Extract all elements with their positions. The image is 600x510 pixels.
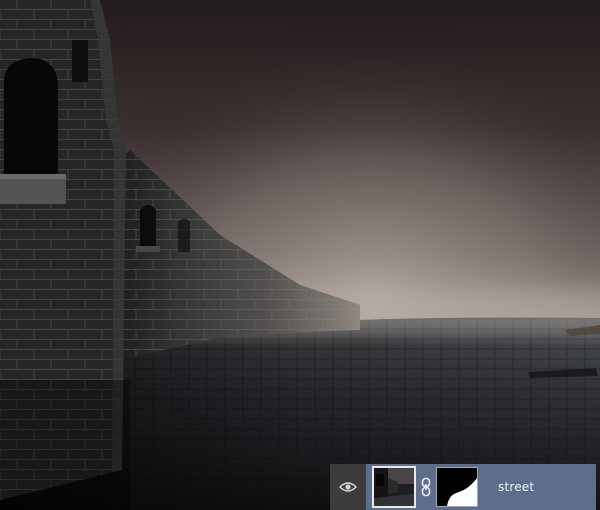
chain-link-icon[interactable] (419, 476, 433, 498)
layer-mask-thumbnail[interactable] (436, 467, 478, 507)
layer-mask-image (437, 468, 477, 506)
photoshop-canvas-view: street (0, 0, 600, 510)
layer-thumbnail-image (374, 468, 414, 506)
layer-row-content[interactable]: street (366, 464, 596, 510)
layer-name[interactable]: street (498, 480, 534, 494)
layer-thumbnail[interactable] (372, 466, 416, 508)
layer-row-street[interactable]: street (330, 464, 596, 510)
canvas-image (0, 0, 600, 510)
eye-icon (339, 482, 357, 492)
visibility-toggle[interactable] (330, 464, 366, 510)
